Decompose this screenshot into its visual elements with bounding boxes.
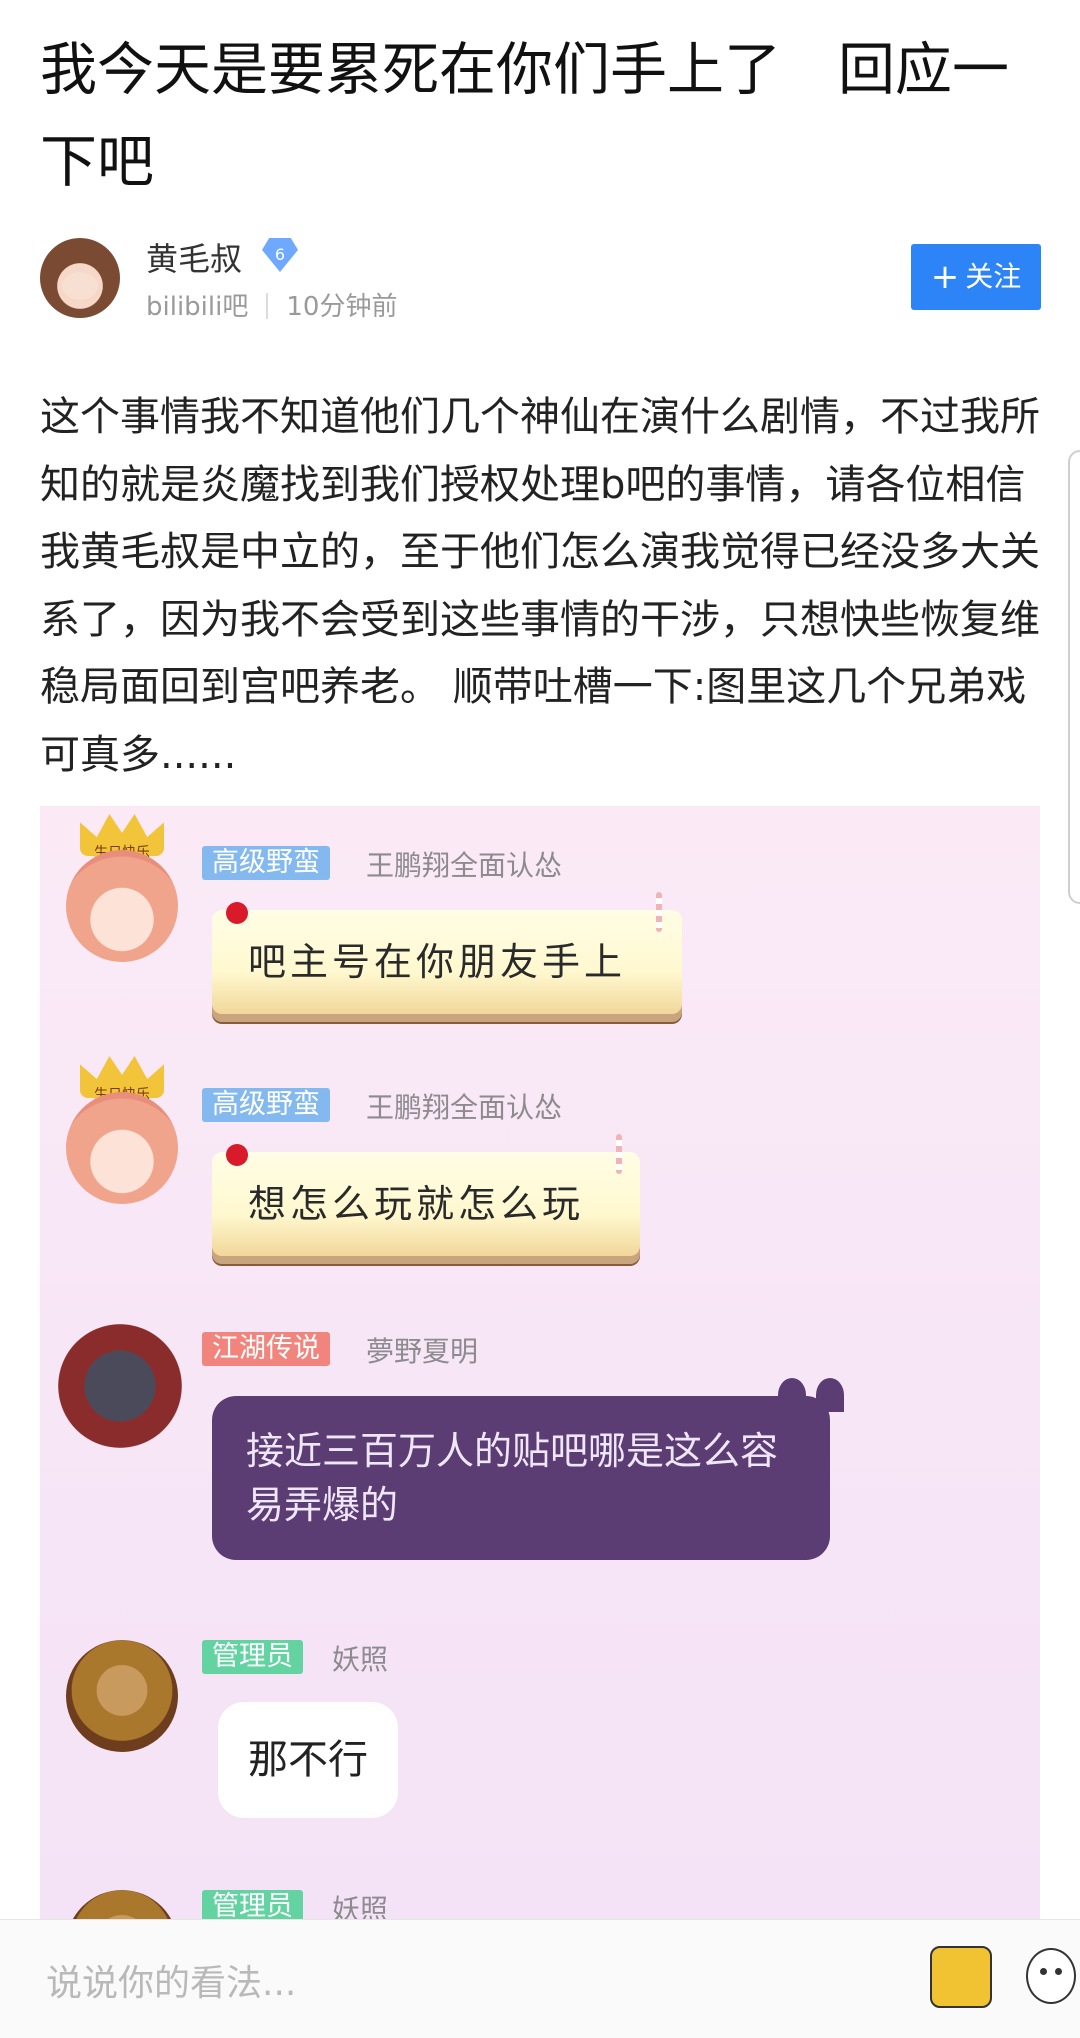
forum-name[interactable]: bilibili吧 bbox=[146, 292, 248, 322]
post-title: 我今天是要累死在你们手上了 回应一下吧 bbox=[40, 37, 1009, 195]
cherry-icon bbox=[226, 1144, 248, 1166]
chat-bubble: 接近三百万人的贴吧哪是这么容易弄爆的 bbox=[212, 1396, 830, 1560]
sticker-icon[interactable] bbox=[930, 1946, 992, 2008]
comment-input[interactable]: 说说你的看法... bbox=[46, 1954, 296, 2006]
chat-bubble: 想怎么玩就怎么玩 bbox=[212, 1152, 640, 1256]
user-tag: 管理员 bbox=[202, 1640, 303, 1674]
devil-horn-icon bbox=[778, 1378, 806, 1412]
candle-icon bbox=[656, 892, 662, 932]
follow-button[interactable]: + 关注 bbox=[911, 244, 1041, 310]
chat-username: 妖照 bbox=[332, 1643, 389, 1676]
chat-username: 王鹏翔全面认怂 bbox=[366, 849, 563, 882]
comment-bar: 说说你的看法... bbox=[0, 1919, 1080, 2038]
level-badge-icon: 6 bbox=[262, 238, 298, 272]
chat-bubble: 吧主号在你朋友手上 bbox=[212, 910, 682, 1014]
author-row: 黄毛叔 6 bilibili吧 10分钟前 bbox=[40, 238, 1040, 323]
post-time: 10分钟前 bbox=[286, 292, 398, 322]
author-name[interactable]: 黄毛叔 bbox=[146, 234, 242, 280]
post-meta: bilibili吧 10分钟前 bbox=[146, 286, 397, 323]
avatar bbox=[66, 850, 178, 962]
user-tag: 管理员 bbox=[202, 1890, 303, 1921]
chat-bubble: 那不行 bbox=[218, 1702, 398, 1818]
avatar bbox=[58, 1324, 182, 1448]
user-tag: 高级野蛮 bbox=[202, 846, 330, 880]
user-tag: 江湖传说 bbox=[202, 1332, 330, 1366]
post-body: 这个事情我不知道他们几个神仙在演什么剧情，不过我所知的就是炎魔找到我们授权处理b… bbox=[40, 394, 1040, 778]
chat-username: 妖照 bbox=[332, 1893, 389, 1921]
candle-icon bbox=[616, 1134, 622, 1174]
avatar bbox=[66, 1092, 178, 1204]
devil-horn-icon bbox=[816, 1378, 844, 1412]
user-tag: 高级野蛮 bbox=[202, 1088, 330, 1122]
scroll-handle[interactable] bbox=[1068, 450, 1080, 904]
plus-icon: + bbox=[930, 257, 960, 297]
avatar bbox=[66, 1890, 178, 1921]
chat-username: 王鹏翔全面认怂 bbox=[366, 1091, 563, 1124]
cherry-icon bbox=[226, 902, 248, 924]
avatar bbox=[66, 1640, 178, 1752]
author-avatar[interactable] bbox=[40, 238, 120, 318]
meta-divider bbox=[266, 293, 269, 319]
follow-label: 关注 bbox=[965, 260, 1022, 293]
chat-screenshot-image[interactable]: 生日快乐 高级野蛮 王鹏翔全面认怂 吧主号在你朋友手上 生日快乐 高级野蛮 王鹏… bbox=[40, 806, 1040, 1921]
emoji-face-icon[interactable] bbox=[1026, 1948, 1076, 2004]
chat-username: 夢野夏明 bbox=[366, 1335, 479, 1368]
